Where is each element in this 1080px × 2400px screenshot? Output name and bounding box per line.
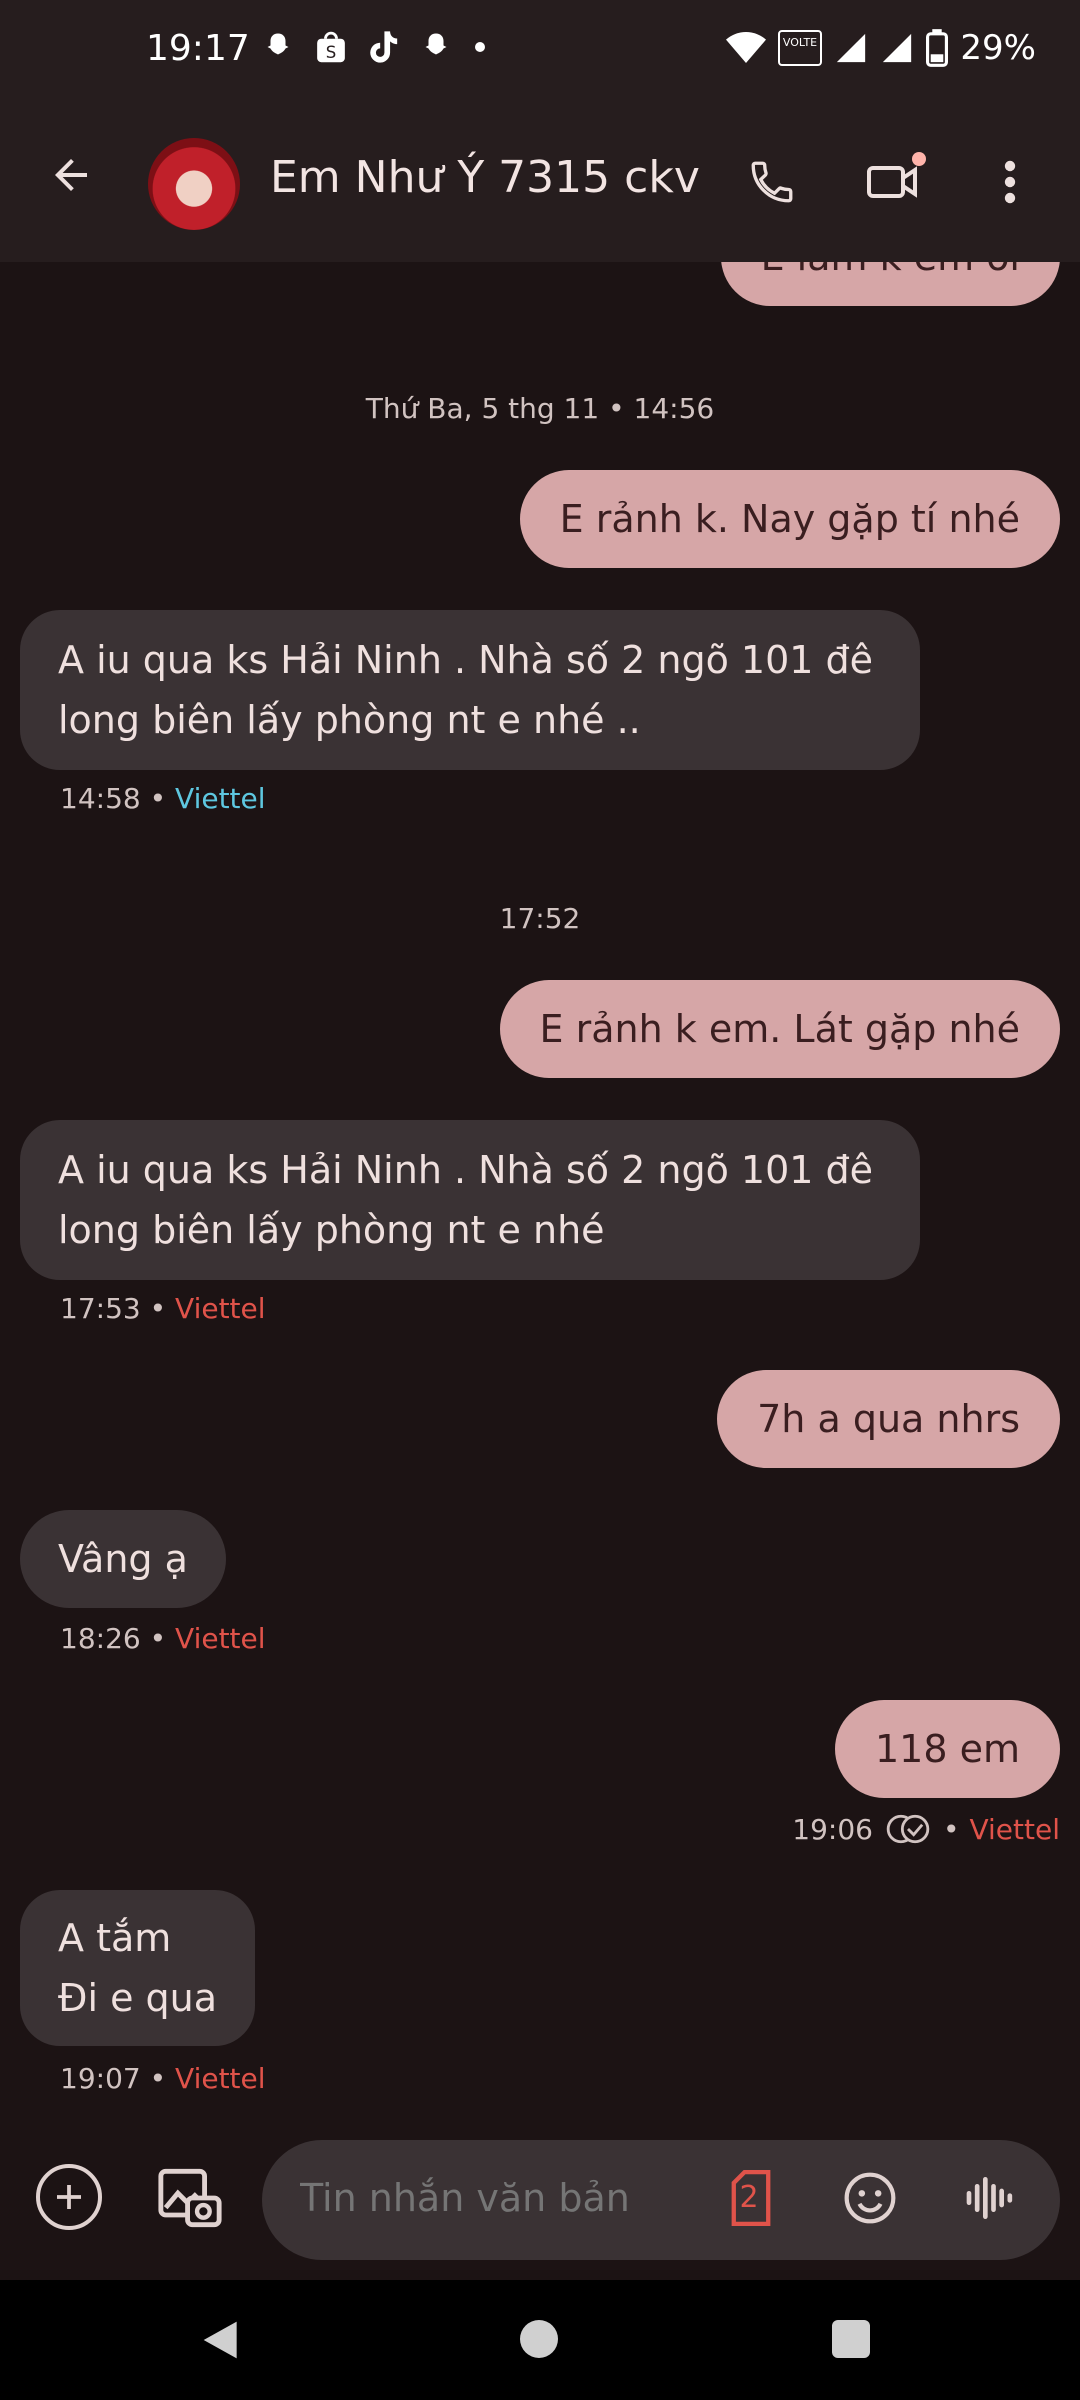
message-time: 19:06 — [792, 1812, 873, 1846]
carrier-label: Viettel — [175, 1622, 266, 1655]
battery-percent: 29% — [960, 28, 1036, 68]
dot-icon — [475, 42, 485, 52]
svg-text:VOLTE: VOLTE — [783, 36, 817, 49]
back-button[interactable] — [40, 144, 102, 206]
more-vert-icon — [1004, 160, 1016, 204]
gallery-camera-button[interactable] — [156, 2164, 224, 2232]
call-button[interactable] — [740, 150, 804, 214]
shopee-icon: S — [317, 31, 345, 63]
message-incoming[interactable]: A iu qua ks Hải Ninh . Nhà số 2 ngõ 101 … — [20, 1120, 920, 1280]
video-call-button[interactable] — [858, 150, 928, 214]
message-outgoing[interactable]: E rảnh k. Nay gặp tí nhé — [519, 470, 1060, 568]
contact-avatar[interactable] — [148, 138, 240, 230]
system-status-icons: VOLTE 29% — [726, 28, 1036, 68]
more-options-button[interactable] — [980, 150, 1040, 214]
svg-text:S: S — [326, 43, 337, 62]
emoji-button[interactable] — [842, 2170, 898, 2226]
delivered-check-icon — [886, 1814, 930, 1844]
nav-recents-button[interactable] — [832, 2320, 870, 2358]
emoji-icon — [844, 2172, 896, 2224]
volte-icon: VOLTE — [778, 30, 823, 66]
voice-record-button[interactable] — [962, 2170, 1018, 2226]
snapchat-icon — [267, 33, 289, 55]
message-time: 14:58 — [60, 782, 141, 815]
notification-dot — [912, 152, 926, 166]
meta-separator: • — [942, 1812, 960, 1846]
message-outgoing[interactable]: E rảnh k em. Lát gặp nhé — [499, 980, 1060, 1078]
message-meta: 14:58 • Viettel — [60, 782, 266, 815]
message-outgoing[interactable]: 7h a qua nhrs — [717, 1370, 1060, 1468]
date-separator: Thứ Ba, 5 thg 11 • 14:56 — [365, 392, 715, 425]
carrier-label: Viettel — [175, 2062, 266, 2095]
meta-separator: • — [149, 1622, 167, 1655]
phone-icon — [751, 161, 793, 203]
nav-home-button[interactable] — [520, 2320, 558, 2358]
meta-separator: • — [149, 2062, 167, 2095]
message-meta: 19:07 • Viettel — [60, 2062, 266, 2095]
message-list[interactable]: E làm k em ơi Thứ Ba, 5 thg 11 • 14:56 E… — [0, 262, 1080, 2130]
message-outgoing[interactable]: 118 em — [834, 1700, 1060, 1798]
nav-back-icon[interactable] — [200, 2318, 244, 2362]
carrier-label: Viettel — [175, 782, 266, 815]
message-line: A tắm — [58, 1916, 172, 1960]
back-arrow-icon — [55, 159, 87, 191]
tiktok-icon — [370, 31, 398, 63]
sim-number: 2 — [739, 2180, 759, 2215]
conversation-header: Em Như Ý 7315 ckv — [0, 100, 1080, 262]
gallery-camera-icon — [158, 2168, 222, 2228]
message-incoming[interactable]: Vâng ạ — [20, 1510, 226, 1608]
attach-button[interactable] — [36, 2164, 102, 2230]
battery-icon — [926, 29, 949, 67]
signal-icon — [883, 33, 912, 63]
snapchat-icon — [425, 33, 447, 55]
message-time: 17:53 — [60, 1292, 141, 1325]
time-separator: 17:52 — [499, 902, 581, 935]
carrier-label: Viettel — [175, 1292, 266, 1325]
system-nav-bar — [0, 2280, 1080, 2400]
signal-icon — [837, 33, 866, 63]
notification-icons: S — [260, 28, 488, 66]
message-line: Đi e qua — [58, 1976, 218, 2020]
contact-name[interactable]: Em Như Ý 7315 ckv — [270, 152, 700, 203]
status-time: 19:17 — [146, 28, 250, 69]
message-incoming[interactable]: A tắm Đi e qua — [20, 1890, 256, 2046]
message-time: 19:07 — [60, 2062, 141, 2095]
wifi-icon — [726, 32, 767, 63]
message-incoming[interactable]: A iu qua ks Hải Ninh . Nhà số 2 ngõ 101 … — [20, 610, 920, 770]
video-call-icon — [867, 166, 917, 198]
message-text-input[interactable] — [300, 2176, 700, 2220]
message-composer: 2 — [0, 2130, 1080, 2280]
voice-waveform-icon — [966, 2177, 1013, 2219]
message-meta: 17:53 • Viettel — [60, 1292, 266, 1325]
meta-separator: • — [149, 1292, 167, 1325]
message-outgoing[interactable]: E làm k em ơi — [720, 262, 1060, 306]
meta-separator: • — [149, 782, 167, 815]
message-meta: 19:06 • Viettel — [792, 1812, 1060, 1846]
message-time: 18:26 — [60, 1622, 141, 1655]
status-bar: 19:17 S VOLTE 29% — [0, 0, 1080, 100]
message-meta: 18:26 • Viettel — [60, 1622, 266, 1655]
sim-selector-button[interactable]: 2 — [728, 2170, 774, 2226]
message-input-container: 2 — [262, 2140, 1060, 2260]
carrier-label: Viettel — [969, 1812, 1060, 1846]
plus-icon — [57, 2185, 81, 2209]
